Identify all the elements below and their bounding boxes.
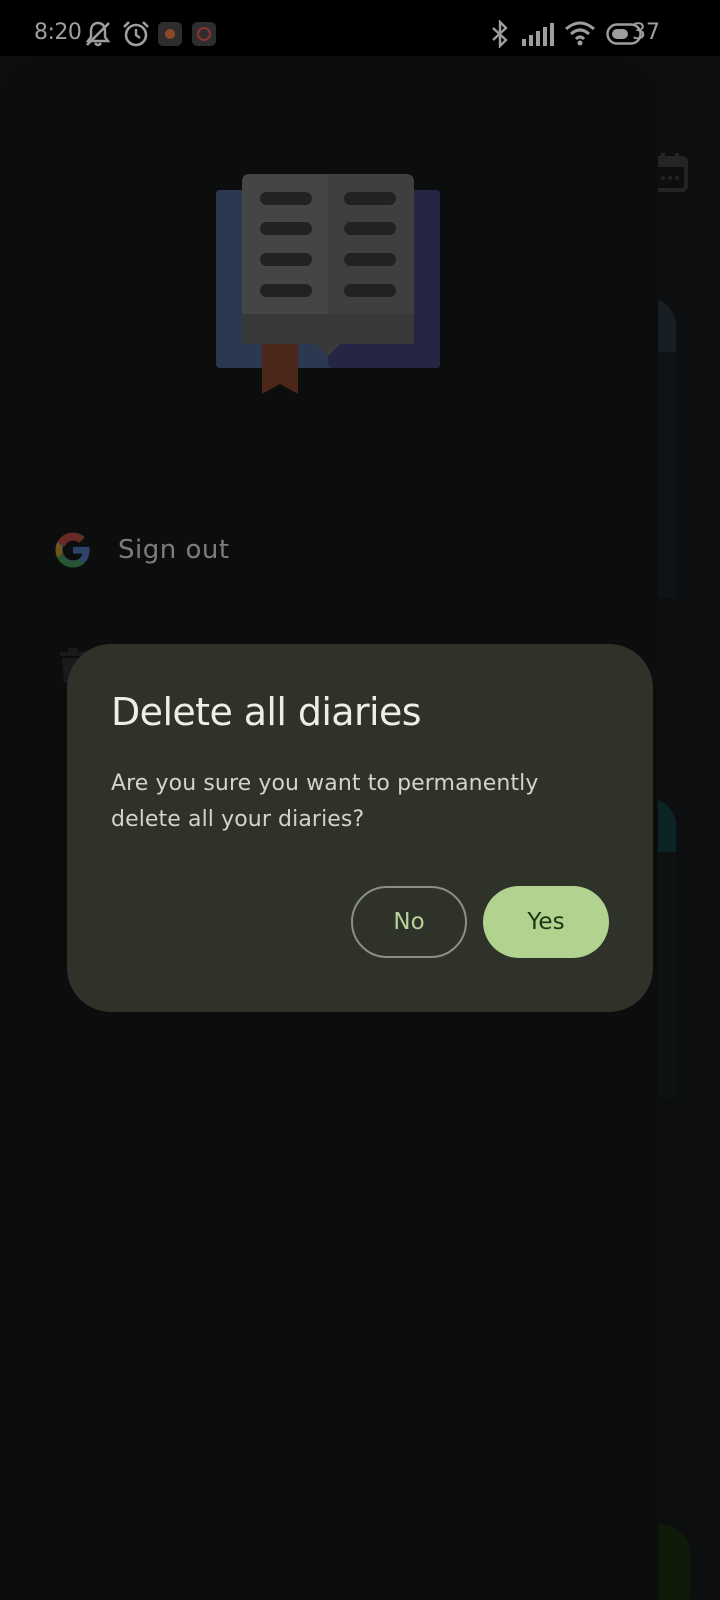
dialog-message: Are you sure you want to permanently del…	[111, 771, 539, 832]
yes-button[interactable]: Yes	[483, 886, 609, 958]
screen: Sign out 8:20 37 Delete all diaries Are …	[0, 0, 720, 1600]
dialog-title: Delete all diaries	[111, 690, 422, 734]
delete-confirmation-dialog: Delete all diaries Are you sure you want…	[67, 644, 653, 1012]
dialog-actions: No Yes	[351, 886, 609, 958]
no-button[interactable]: No	[351, 886, 467, 958]
